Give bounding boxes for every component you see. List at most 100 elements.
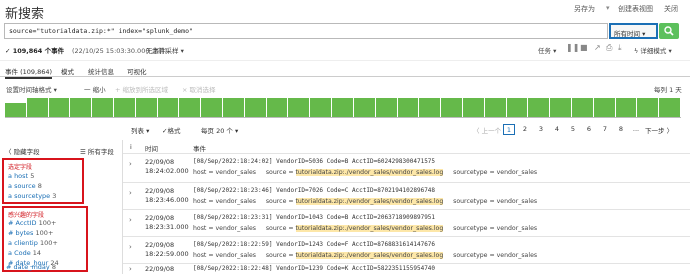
sourcetype-value[interactable]: sourcetype = vendor_sales (453, 252, 537, 259)
zoom-out-button[interactable]: 一 缩小 (84, 84, 106, 94)
next-page-button[interactable]: 下一步 〉 (645, 125, 673, 135)
host-value[interactable]: host = vendor_sales (193, 198, 256, 205)
source-value[interactable]: tutorialdata.zip:./vendor_sales/vendor_s… (295, 225, 444, 232)
field-sourcetype[interactable]: a sourcetype 3 (8, 192, 56, 200)
list-view-menu[interactable]: 列表 ▾ (131, 125, 149, 135)
timeline-bar[interactable] (5, 103, 26, 117)
create-dashboard-button[interactable]: 创建表视图 (618, 4, 653, 14)
field-clientip[interactable]: a clientip 100+ (8, 239, 58, 247)
page-3[interactable]: 3 (535, 124, 547, 135)
timeline-format-menu[interactable]: 设置时间轴格式 ▾ (6, 84, 57, 94)
format-menu[interactable]: ✓格式 (162, 125, 180, 135)
tab-events[interactable]: 事件 (109,864) (5, 66, 53, 79)
page-4[interactable]: 4 (551, 124, 563, 135)
page-8[interactable]: 8 (615, 124, 627, 135)
timeline-bar[interactable] (506, 98, 528, 117)
timeline-bar[interactable] (310, 98, 332, 117)
search-button[interactable] (659, 23, 679, 39)
page-7[interactable]: 7 (599, 124, 611, 135)
page-5[interactable]: 5 (567, 124, 579, 135)
tab-patterns[interactable]: 模式 (61, 66, 74, 76)
time-column-header[interactable]: 时间 (145, 143, 158, 153)
timeline-bar[interactable] (353, 98, 375, 117)
timeline-bar[interactable] (550, 98, 571, 117)
timeline-bar[interactable] (114, 98, 135, 117)
timeline-chart[interactable] (5, 97, 681, 117)
host-value[interactable]: host = vendor_sales (193, 252, 256, 259)
export-icon[interactable]: ⤓ (618, 43, 622, 53)
field-acctid[interactable]: # AcctID 100+ (8, 219, 56, 227)
timeline-bar[interactable] (462, 98, 484, 117)
source-value[interactable]: tutorialdata.zip:./vendor_sales/vendor_s… (295, 252, 444, 259)
page-2[interactable]: 2 (519, 124, 531, 135)
tab-statistics[interactable]: 统计信息 (88, 66, 114, 76)
timeline-bar[interactable] (419, 98, 441, 117)
timeline-bar[interactable] (397, 98, 419, 117)
field-date-mday[interactable]: # date_mday 8 (6, 263, 56, 271)
timeline-bar[interactable] (70, 98, 92, 117)
host-value[interactable]: host = vendor_sales (193, 225, 256, 232)
timeline-bar[interactable] (593, 98, 615, 117)
timeline-bar[interactable] (659, 98, 680, 117)
page-1[interactable]: 1 (503, 124, 515, 135)
sampling-menu[interactable]: 无事件采样 ▾ (146, 45, 184, 55)
event-meta: host = vendor_sales source = tutorialdat… (193, 225, 537, 232)
all-fields-button[interactable]: ☰ 所有字段 (80, 146, 114, 156)
field-code[interactable]: a Code 14 (8, 249, 41, 257)
divider (0, 60, 690, 61)
timeline-bar[interactable] (48, 98, 70, 117)
timeline-bar[interactable] (26, 98, 48, 117)
print-icon[interactable]: ⎙ (606, 43, 612, 53)
hide-fields-button[interactable]: 〈 隐藏字段 (5, 146, 40, 156)
job-menu[interactable]: 任务 ▾ (538, 45, 556, 55)
deselect-button[interactable]: × 取消选择 (182, 84, 216, 94)
field-source[interactable]: a source 8 (8, 182, 42, 190)
per-page-menu[interactable]: 每页 20 个 ▾ (201, 125, 238, 135)
field-bytes[interactable]: # bytes 100+ (8, 229, 53, 237)
zoom-to-selection-button[interactable]: + 缩放到所选区域 (115, 84, 168, 94)
timeline-bar[interactable] (375, 98, 397, 117)
timeline-bar[interactable] (484, 98, 506, 117)
close-button[interactable]: 关闭 (664, 4, 678, 14)
selected-fields-heading: 选定字段 (8, 164, 33, 171)
sourcetype-value[interactable]: sourcetype = vendor_sales (453, 225, 537, 232)
selected-fields-box: 选定字段 a host 5 a source 8 a sourcetype 3 (2, 158, 84, 204)
timeline-bar[interactable] (571, 98, 593, 117)
stop-icon[interactable]: ■ (580, 43, 588, 52)
page-6[interactable]: 6 (583, 124, 595, 135)
sourcetype-value[interactable]: sourcetype = vendor_sales (453, 169, 537, 176)
expand-chevron-icon[interactable]: › (129, 243, 132, 251)
field-name: host (14, 172, 29, 180)
timeline-bar[interactable] (244, 98, 266, 117)
timeline-bar[interactable] (528, 98, 550, 117)
timeline-bar[interactable] (223, 98, 244, 117)
timeline-bar[interactable] (179, 98, 201, 117)
timeline-bar[interactable] (92, 98, 114, 117)
share-icon[interactable]: ↗ (594, 43, 601, 52)
pause-icon[interactable]: ❚❚ (566, 43, 579, 52)
source-value[interactable]: tutorialdata.zip:./vendor_sales/vendor_s… (295, 169, 444, 176)
search-input[interactable]: source="tutorialdata.zip:*" index="splun… (4, 23, 608, 39)
timeline-bar[interactable] (288, 98, 310, 117)
expand-chevron-icon[interactable]: › (129, 160, 132, 168)
timeline-bar[interactable] (157, 98, 179, 117)
expand-chevron-icon[interactable]: › (129, 216, 132, 224)
timeline-bar[interactable] (637, 98, 659, 117)
prev-page-button[interactable]: 〈 上一个 (473, 125, 501, 135)
timeline-bar[interactable] (135, 98, 157, 117)
sourcetype-value[interactable]: sourcetype = vendor_sales (453, 198, 537, 205)
search-mode-menu[interactable]: ϟ 详细模式 ▾ (634, 45, 672, 55)
timeline-bar[interactable] (332, 98, 353, 117)
host-value[interactable]: host = vendor_sales (193, 169, 256, 176)
timeline-bar[interactable] (441, 98, 462, 117)
time-range-picker[interactable]: 所有时间 ▾ (609, 23, 658, 39)
source-value[interactable]: tutorialdata.zip:./vendor_sales/vendor_s… (295, 198, 444, 205)
save-as-menu[interactable]: 另存为 (574, 4, 595, 14)
timeline-bar[interactable] (615, 98, 637, 117)
timeline-bar[interactable] (201, 98, 223, 117)
tab-visualization[interactable]: 可视化 (127, 66, 147, 76)
expand-chevron-icon[interactable]: › (129, 189, 132, 197)
field-host[interactable]: a host 5 (8, 172, 34, 180)
timeline-bar[interactable] (266, 98, 288, 117)
expand-chevron-icon[interactable]: › (129, 265, 132, 273)
